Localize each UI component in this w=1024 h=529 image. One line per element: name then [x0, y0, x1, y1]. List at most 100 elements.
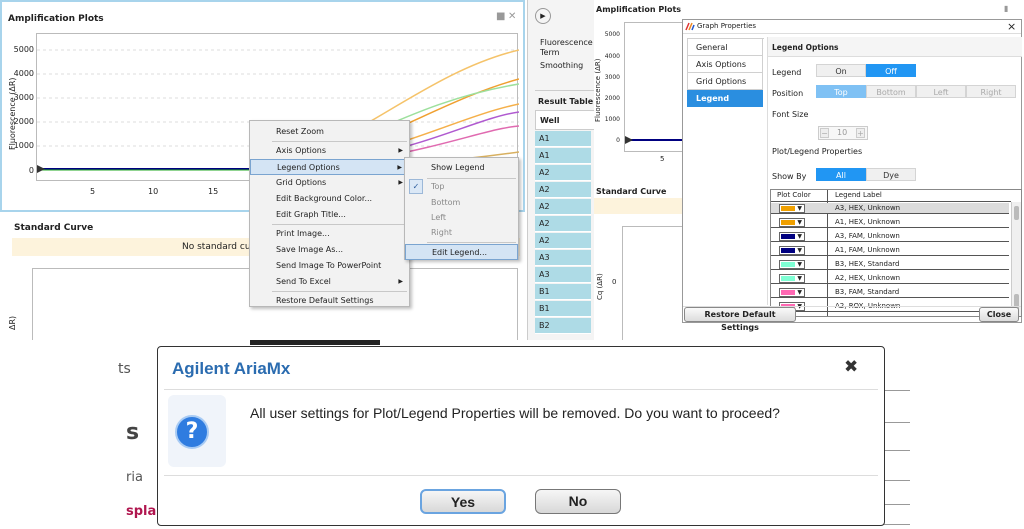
position-right[interactable]: Right	[966, 85, 1016, 98]
dropdown-icon: ▼	[797, 275, 802, 282]
submenu-arrow-icon: ▶	[398, 179, 403, 186]
submenu-show-legend[interactable]: Show Legend	[405, 160, 518, 176]
legend-label-cell[interactable]: A3, FAM, Unknown	[835, 231, 900, 241]
legend-label-cell[interactable]: B3, FAM, Standard	[835, 287, 899, 297]
legend-row[interactable]: ▼ A3, FAM, Unknown	[771, 231, 1009, 242]
menu-item[interactable]: Legend Options ▶	[250, 159, 409, 175]
play-icon[interactable]: ▶	[535, 8, 551, 24]
well-cell[interactable]: A2	[535, 199, 591, 215]
graph-properties-title: Graph Properties	[697, 22, 757, 30]
color-swatch	[781, 276, 795, 281]
font-minus-button[interactable]: −	[820, 128, 829, 138]
legend-off-toggle[interactable]: Off	[866, 64, 916, 77]
color-picker[interactable]: ▼	[779, 232, 805, 241]
legend-row[interactable]: ▼ A1, FAM, Unknown	[771, 245, 1009, 256]
legend-label-cell[interactable]: B3, HEX, Standard	[835, 259, 899, 269]
submenu-edit-legend[interactable]: Edit Legend...	[405, 244, 518, 260]
font-size-stepper[interactable]: − 10 +	[818, 126, 868, 140]
legend-options-pane: Legend Options Legend On Off Position To…	[767, 37, 1022, 317]
submenu-right[interactable]: Right	[405, 225, 518, 241]
well-cell[interactable]: B1	[535, 284, 591, 300]
close-icon[interactable]: ✖	[844, 357, 858, 377]
submenu-bottom[interactable]: Bottom	[405, 195, 518, 211]
position-bottom[interactable]: Bottom	[866, 85, 916, 98]
menu-item[interactable]: Reset Zoom	[250, 124, 409, 140]
font-size-label: Font Size	[772, 110, 809, 119]
menu-item[interactable]: Print Image...	[250, 226, 409, 242]
font-plus-button[interactable]: +	[856, 128, 865, 138]
legend-label-cell[interactable]: A1, HEX, Unknown	[835, 217, 900, 227]
color-picker[interactable]: ▼	[779, 204, 805, 213]
nav-item[interactable]: General	[687, 39, 763, 56]
menu-item-label: Edit Background Color...	[276, 194, 373, 203]
well-cell[interactable]: B2	[535, 318, 591, 334]
color-swatch	[781, 234, 795, 239]
font-size-value[interactable]: 10	[837, 128, 847, 137]
close-icon[interactable]: ✕	[508, 11, 516, 22]
color-picker[interactable]: ▼	[779, 288, 805, 297]
no-button[interactable]: No	[535, 489, 621, 514]
confirm-dialog: Agilent AriaMx ✖ ? All user settings for…	[157, 346, 885, 526]
menu-item[interactable]: Edit Background Color...	[250, 191, 409, 207]
color-swatch	[781, 248, 795, 253]
submenu-top[interactable]: Top	[405, 179, 518, 195]
menu-item[interactable]: Axis Options ▶	[250, 143, 409, 159]
position-top[interactable]: Top	[816, 85, 866, 98]
well-cell[interactable]: A2	[535, 233, 591, 249]
well-column-header[interactable]: Well	[535, 110, 595, 130]
nav-item[interactable]: Legend Options	[687, 90, 763, 120]
well-cell[interactable]: A3	[535, 250, 591, 266]
standard-curve-title-right: Standard Curve	[596, 187, 667, 196]
well-cell[interactable]: A2	[535, 165, 591, 181]
well-cell[interactable]: B1	[535, 301, 591, 317]
well-cell[interactable]: A3	[535, 267, 591, 283]
minimize-icon[interactable]: ■	[496, 11, 505, 22]
legend-row[interactable]: ▼ B3, FAM, Standard	[771, 287, 1009, 298]
menu-item-label: Edit Graph Title...	[276, 210, 346, 219]
show-by-all[interactable]: All	[816, 168, 866, 181]
bg-text: spla	[126, 504, 157, 519]
position-left[interactable]: Left	[916, 85, 966, 98]
legend-row[interactable]: ▼ A2, HEX, Unknown	[771, 273, 1009, 284]
color-swatch	[781, 262, 795, 267]
cq-axis-label: Cq (ΔR)	[596, 273, 604, 300]
close-button[interactable]: Close	[979, 307, 1019, 322]
legend-row[interactable]: ▼ A1, HEX, Unknown	[771, 217, 1009, 228]
submenu-left[interactable]: Left	[405, 210, 518, 226]
well-cell[interactable]: A1	[535, 148, 591, 164]
well-cell[interactable]: A2	[535, 216, 591, 232]
yes-button[interactable]: Yes	[420, 489, 506, 514]
menu-item[interactable]: Send To Excel ▶	[250, 274, 409, 290]
color-picker[interactable]: ▼	[779, 260, 805, 269]
menu-item-label: Restore Default Settings	[276, 296, 374, 305]
legend-row[interactable]: ▼ A3, HEX, Unknown	[771, 203, 1009, 214]
color-picker[interactable]: ▼	[779, 218, 805, 227]
dropdown-icon: ▼	[797, 302, 802, 312]
well-cell[interactable]: A1	[535, 131, 591, 147]
nav-item[interactable]: Grid Options	[687, 73, 763, 90]
nav-item[interactable]: Axis Options	[687, 56, 763, 73]
menu-item[interactable]: Restore Default Settings	[250, 293, 409, 309]
confirm-message: All user settings for Plot/Legend Proper…	[250, 405, 780, 421]
legend-row[interactable]: ▼ B3, HEX, Standard	[771, 259, 1009, 270]
close-icon[interactable]: ×	[1007, 20, 1016, 33]
color-picker[interactable]: ▼	[779, 274, 805, 283]
legend-scrollbar[interactable]	[1011, 202, 1021, 316]
legend-on-toggle[interactable]: On	[816, 64, 866, 77]
question-icon-bg: ?	[168, 395, 226, 467]
scroll-thumb[interactable]	[1014, 206, 1019, 220]
legend-label-cell[interactable]: A3, HEX, Unknown	[835, 203, 900, 213]
y-axis-label-wrap: Fluorescence (ΔR)	[8, 50, 18, 170]
color-picker[interactable]: ▼	[779, 246, 805, 255]
y-tick: 2000	[13, 117, 34, 126]
well-cell[interactable]: A2	[535, 182, 591, 198]
show-by-dye[interactable]: Dye	[866, 168, 916, 181]
menu-item[interactable]: Save Image As...	[250, 242, 409, 258]
restore-defaults-button[interactable]: Restore Default Settings	[684, 307, 796, 332]
legend-label-cell[interactable]: A1, FAM, Unknown	[835, 245, 900, 255]
menu-item[interactable]: Grid Options ▶	[250, 175, 409, 191]
dropdown-icon: ▼	[797, 289, 802, 296]
menu-item[interactable]: Send Image To PowerPoint	[250, 258, 409, 274]
menu-item[interactable]: Edit Graph Title...	[250, 207, 409, 223]
legend-label-cell[interactable]: A2, HEX, Unknown	[835, 273, 900, 283]
